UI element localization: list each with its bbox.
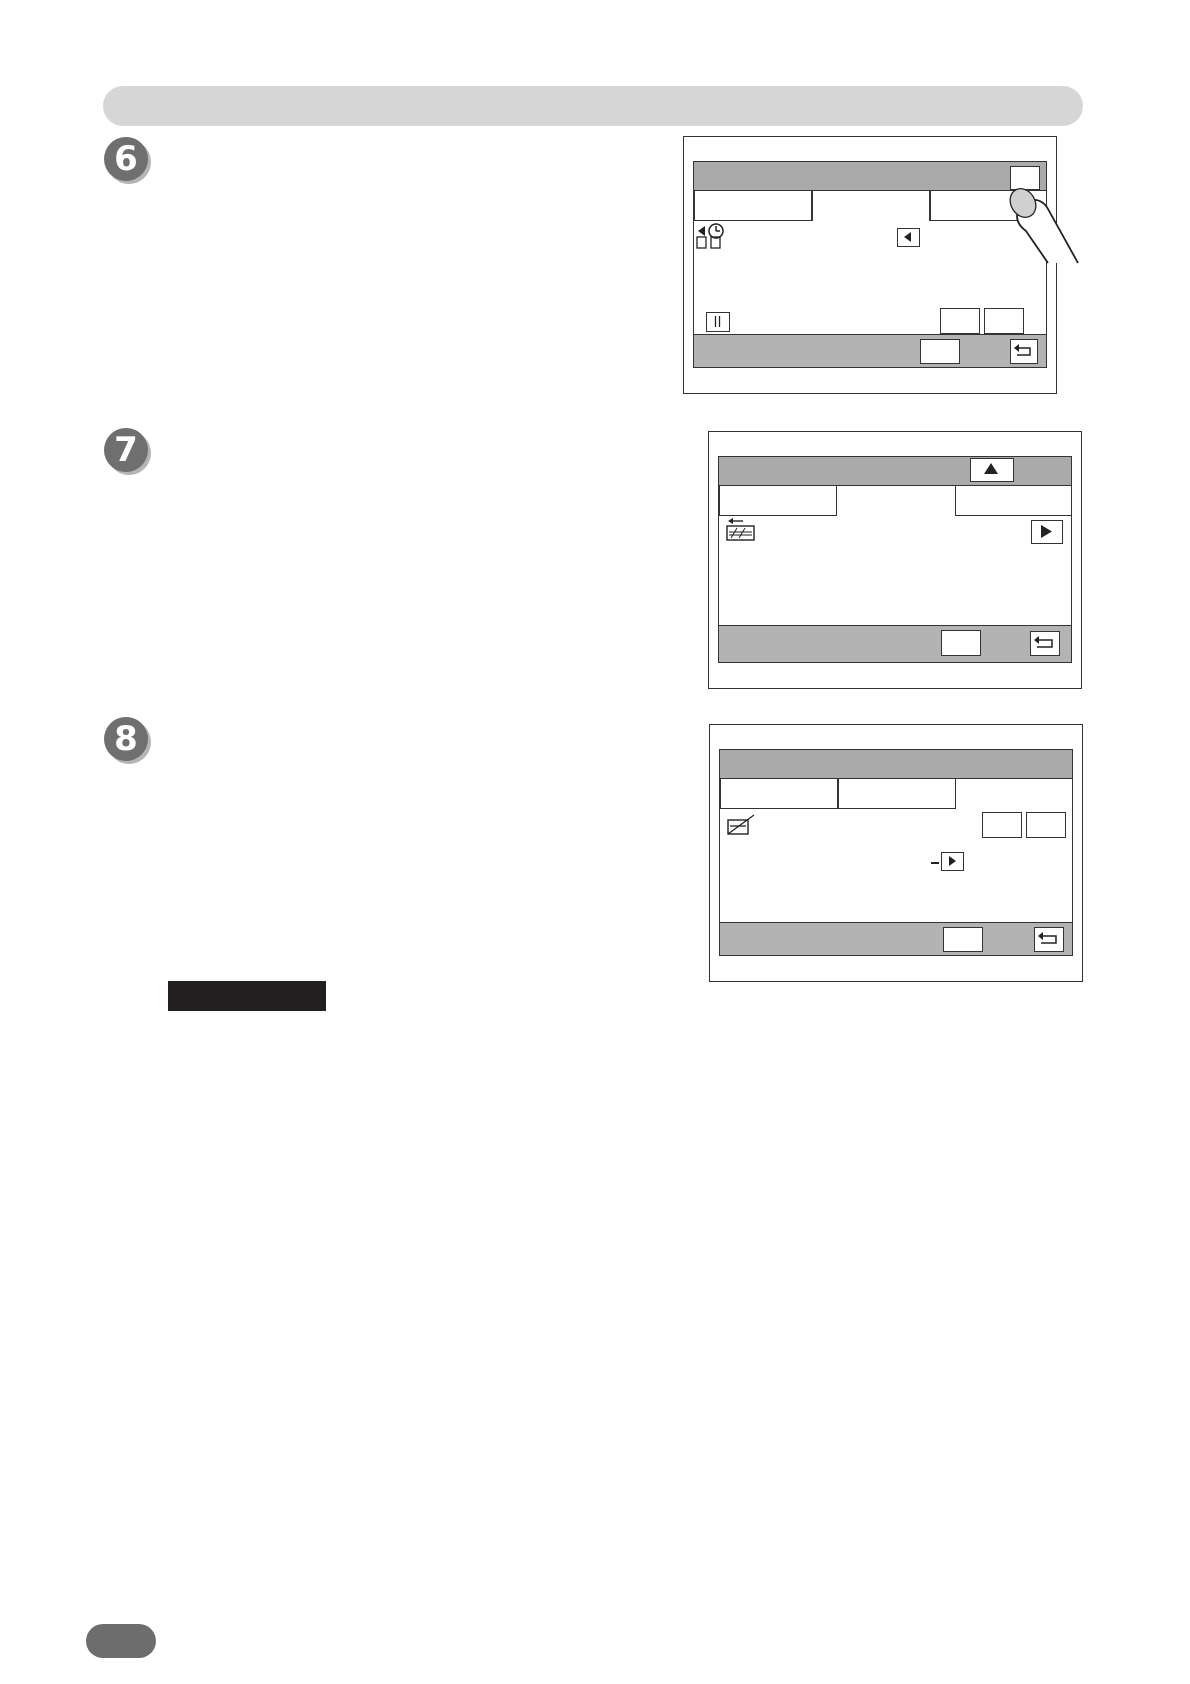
up-button[interactable] bbox=[970, 458, 1014, 482]
tab-center[interactable] bbox=[838, 779, 956, 809]
return-button[interactable] bbox=[1034, 927, 1064, 952]
right-arrow-icon bbox=[1041, 525, 1052, 538]
left-arrow-icon bbox=[904, 232, 911, 242]
step8-illustration-frame bbox=[709, 724, 1083, 982]
up-arrow-icon bbox=[984, 463, 998, 474]
return-icon bbox=[1014, 344, 1031, 356]
next-button[interactable] bbox=[941, 852, 964, 871]
pause-button[interactable] bbox=[706, 312, 730, 332]
ruler-icon bbox=[725, 518, 757, 542]
step7-touch-screen bbox=[718, 456, 1072, 663]
option-button-1[interactable] bbox=[940, 308, 980, 334]
tab-center[interactable] bbox=[812, 191, 930, 221]
tab-left[interactable] bbox=[719, 486, 837, 516]
note-label-block bbox=[168, 981, 326, 1011]
return-icon bbox=[1038, 932, 1057, 944]
screen-footer-bar bbox=[694, 334, 1046, 367]
edge-icon bbox=[726, 813, 756, 837]
option-button-1[interactable] bbox=[982, 812, 1022, 838]
option-button-2[interactable] bbox=[1026, 812, 1066, 838]
page-number-pill bbox=[86, 1624, 156, 1658]
return-button[interactable] bbox=[1010, 339, 1038, 364]
next-button[interactable] bbox=[1031, 520, 1063, 544]
section-header-bar bbox=[103, 86, 1083, 126]
ok-button[interactable] bbox=[920, 339, 960, 364]
underline-mark bbox=[931, 862, 939, 864]
return-button[interactable] bbox=[1030, 631, 1060, 656]
option-button-2[interactable] bbox=[984, 308, 1024, 334]
tab-left[interactable] bbox=[720, 779, 838, 809]
step7-illustration-frame bbox=[708, 431, 1082, 689]
right-arrow-icon bbox=[949, 856, 956, 866]
sort-mode-icon bbox=[696, 223, 726, 249]
screen-title-bar bbox=[694, 162, 1046, 191]
screen-footer-bar bbox=[720, 922, 1072, 955]
screen-title-bar bbox=[720, 750, 1072, 779]
step-number-8: 8 bbox=[104, 717, 148, 761]
step-number-7: 7 bbox=[104, 428, 148, 472]
finger-icon bbox=[1009, 188, 1079, 264]
tab-left[interactable] bbox=[694, 191, 812, 221]
ok-button[interactable] bbox=[941, 630, 981, 656]
return-icon bbox=[1034, 636, 1053, 648]
tab-right[interactable] bbox=[956, 779, 1072, 809]
previous-button[interactable] bbox=[897, 228, 920, 247]
step-number-6: 6 bbox=[104, 137, 148, 181]
tab-center[interactable] bbox=[837, 486, 955, 516]
step8-touch-screen bbox=[719, 749, 1073, 956]
step6-touch-screen bbox=[693, 161, 1047, 368]
screen-footer-bar bbox=[719, 625, 1071, 662]
screen-title-bar bbox=[719, 457, 1071, 486]
tab-right[interactable] bbox=[955, 486, 1071, 516]
pause-icon bbox=[714, 316, 721, 327]
ok-button[interactable] bbox=[943, 927, 983, 952]
